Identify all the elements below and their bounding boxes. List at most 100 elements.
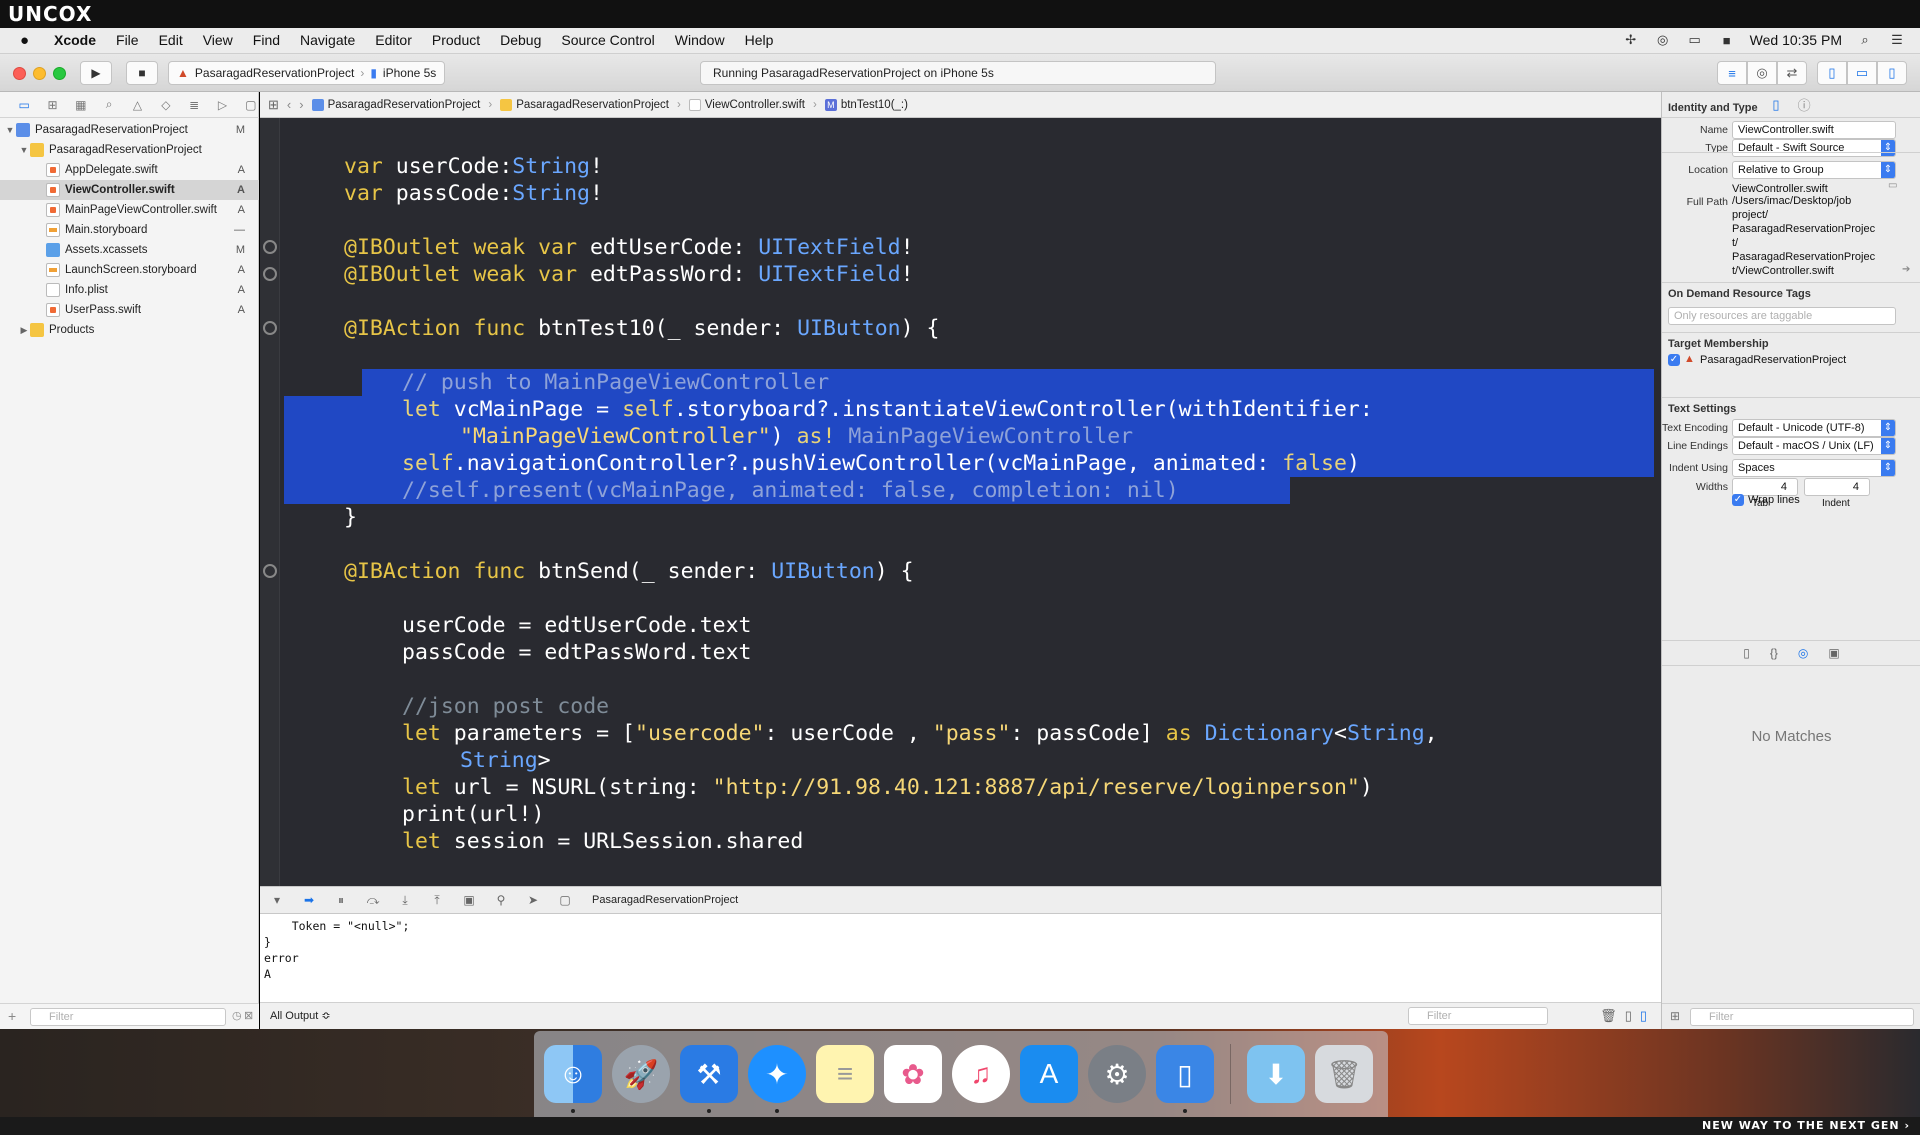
tree-row-file[interactable]: LaunchScreen.storyboard A (0, 260, 259, 280)
wrap-lines-checkbox[interactable]: ✓ (1732, 494, 1744, 506)
grid-view-icon[interactable]: ⊞ (1670, 1009, 1680, 1023)
breadcrumb-file[interactable]: ViewController.swift › (688, 98, 817, 111)
standard-editor-button[interactable]: ≡ (1717, 61, 1747, 85)
system-preferences-icon[interactable]: ⚙ (1088, 1045, 1146, 1103)
object-library-icon[interactable]: ◎ (1798, 646, 1808, 660)
minimize-window-button[interactable] (33, 67, 46, 80)
spotlight-search-icon[interactable]: ⌕ (1856, 31, 1874, 49)
simulate-location-icon[interactable]: ➤ (524, 893, 542, 907)
toggle-utilities-button[interactable]: ▯ (1877, 61, 1907, 85)
toggle-navigator-button[interactable]: ▯ (1817, 61, 1847, 85)
menu-window[interactable]: Window (675, 32, 725, 48)
source-control-icon[interactable]: ⊞ (44, 98, 60, 112)
run-button[interactable]: ▶ (80, 61, 112, 85)
tree-row-file[interactable]: Info.plist A (0, 280, 259, 300)
photos-icon[interactable]: ✿ (884, 1045, 942, 1103)
view-debugger-icon[interactable]: ▣ (460, 893, 478, 907)
menu-file[interactable]: File (116, 32, 139, 48)
report-icon[interactable]: ▢ (243, 98, 259, 112)
scm-filter-icon[interactable]: ⊠ (244, 1009, 253, 1022)
version-editor-button[interactable]: ⇄ (1777, 61, 1807, 85)
tree-row-file[interactable]: Assets.xcassets M (0, 240, 259, 260)
device-name[interactable]: iPhone 5s (383, 66, 436, 80)
menu-navigate[interactable]: Navigate (300, 32, 355, 48)
launchpad-icon[interactable]: 🚀 (612, 1045, 670, 1103)
editor-gutter[interactable] (260, 118, 280, 886)
action-connection-icon[interactable] (263, 321, 277, 335)
close-window-button[interactable] (13, 67, 26, 80)
disclosure-open-icon[interactable]: ▼ (4, 125, 16, 135)
console-output[interactable]: Token = "<null>"; } error A (260, 914, 1661, 1002)
app-status-icon[interactable]: ■ (1718, 31, 1736, 49)
menu-source-control[interactable]: Source Control (561, 32, 654, 48)
left-pane-icon[interactable]: ▯ (1625, 1008, 1632, 1024)
forward-arrow-icon[interactable]: › (299, 97, 303, 112)
pause-icon[interactable]: ⏸ (332, 893, 350, 908)
console-filter-input[interactable]: Filter (1408, 1007, 1548, 1025)
tree-row-file[interactable]: Main.storyboard — (0, 220, 259, 240)
safari-icon[interactable]: ✦ (748, 1045, 806, 1113)
odr-tags-input[interactable]: Only resources are taggable (1668, 307, 1896, 325)
library-filter-input[interactable]: Filter (1690, 1008, 1914, 1026)
scheme-name[interactable]: PasaragadReservationProject (195, 66, 354, 80)
itunes-icon[interactable]: ♫ (952, 1045, 1010, 1103)
menu-xcode[interactable]: Xcode (54, 32, 96, 48)
breadcrumb-group[interactable]: PasaragadReservationProject › (500, 98, 681, 111)
target-checkbox[interactable]: ✓ (1668, 354, 1680, 366)
test-icon[interactable]: ◇ (158, 98, 174, 112)
indent-width-field[interactable]: 4 (1804, 478, 1870, 496)
right-pane-icon[interactable]: ▯ (1640, 1008, 1647, 1024)
breakpoint-icon[interactable]: ▷ (214, 98, 230, 112)
warning-icon[interactable]: △ (129, 98, 145, 112)
related-items-icon[interactable]: ⊞ (268, 97, 279, 113)
back-arrow-icon[interactable]: ‹ (287, 97, 291, 112)
memory-graph-icon[interactable]: ⚲ (492, 893, 510, 907)
encoding-select[interactable]: Default - Unicode (UTF-8) (1732, 419, 1896, 437)
scheme-selector[interactable]: ▲ PasaragadReservationProject › ▮ iPhone… (168, 61, 446, 85)
app-store-icon[interactable]: A (1020, 1045, 1078, 1103)
reveal-arrow-icon[interactable]: ➔ (1902, 264, 1910, 275)
folder-icon[interactable]: ▭ (1888, 180, 1897, 191)
line-endings-select[interactable]: Default - macOS / Unix (LF) (1732, 437, 1896, 455)
tree-row-project[interactable]: ▼ PasaragadReservationProject M (0, 120, 259, 140)
file-template-icon[interactable]: ▯ (1743, 646, 1750, 660)
indent-using-select[interactable]: Spaces (1732, 459, 1896, 477)
debug-target-label[interactable]: PasaragadReservationProject (592, 894, 738, 906)
output-filter-select[interactable]: All Output ≎ (270, 1009, 331, 1022)
disclosure-closed-icon[interactable]: ▶ (18, 325, 30, 336)
find-icon[interactable]: ⌕ (101, 97, 117, 112)
notes-icon[interactable]: ≡ (816, 1045, 874, 1103)
menu-debug[interactable]: Debug (500, 32, 541, 48)
navigator-filter-input[interactable]: Filter (30, 1008, 226, 1026)
menu-help[interactable]: Help (745, 32, 774, 48)
breadcrumb-project[interactable]: PasaragadReservationProject › (311, 98, 492, 111)
tree-row-group[interactable]: ▼ PasaragadReservationProject (0, 140, 259, 160)
source-editor[interactable]: var userCode:String! var passCode:String… (260, 118, 1661, 886)
menubar-clock[interactable]: Wed 10:35 PM (1750, 32, 1842, 48)
tree-row-file[interactable]: MainPageViewController.swift A (0, 200, 259, 220)
symbol-icon[interactable]: ▦ (73, 98, 89, 112)
airplay-icon[interactable]: ▭ (1686, 31, 1704, 49)
sync-icon[interactable]: ◎ (1654, 31, 1672, 49)
quick-help-icon[interactable]: ⓘ (1798, 95, 1811, 114)
tree-row-group[interactable]: ▶ Products (0, 320, 259, 340)
breakpoints-toggle-icon[interactable]: ➡ (300, 893, 318, 907)
menu-view[interactable]: View (203, 32, 233, 48)
tree-row-file[interactable]: UserPass.swift A (0, 300, 259, 320)
action-connection-icon[interactable] (263, 564, 277, 578)
disclosure-open-icon[interactable]: ▼ (18, 145, 30, 155)
notification-center-icon[interactable]: ☰ (1888, 31, 1906, 49)
trash-icon[interactable]: 🗑 (1600, 1008, 1617, 1024)
menu-product[interactable]: Product (432, 32, 480, 48)
step-over-icon[interactable]: ⤼ (364, 893, 382, 908)
trash-icon[interactable]: 🗑 (1315, 1045, 1373, 1103)
name-field[interactable]: ViewController.swift (1732, 121, 1896, 139)
media-library-icon[interactable]: ▣ (1828, 646, 1839, 660)
menu-editor[interactable]: Editor (375, 32, 412, 48)
zoom-window-button[interactable] (53, 67, 66, 80)
menu-find[interactable]: Find (253, 32, 280, 48)
breadcrumb-method[interactable]: M btnTest10(_:) (824, 98, 908, 111)
add-icon[interactable]: + (8, 1008, 16, 1024)
downloads-folder-icon[interactable]: ⬇ (1247, 1045, 1305, 1103)
type-select[interactable]: Default - Swift Source (1732, 139, 1896, 157)
